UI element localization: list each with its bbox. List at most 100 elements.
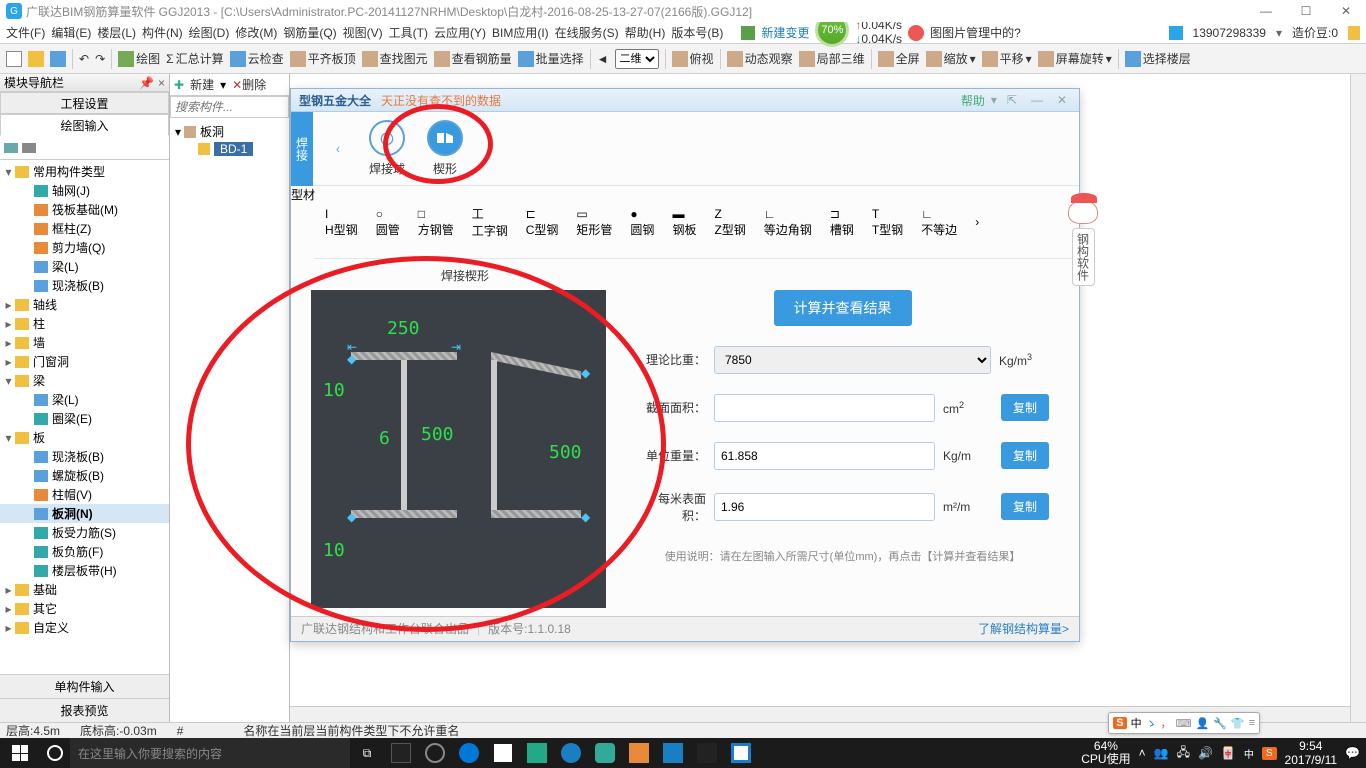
steel-item-2[interactable]: □方钢管 (418, 207, 454, 238)
app-icon-4[interactable] (554, 738, 588, 768)
dialog-pin-icon[interactable]: ⇱ (1003, 93, 1021, 107)
nav-group[interactable]: ▸门窗洞 (0, 352, 169, 371)
menu-item[interactable]: 楼层(L) (97, 24, 136, 41)
clock[interactable]: 9:542017/9/11 (1285, 739, 1338, 768)
close-pane-icon[interactable]: × (158, 76, 165, 90)
nav-item[interactable]: 板洞(N) (0, 504, 169, 523)
ime-full[interactable]: ， (1161, 715, 1172, 731)
ime-user[interactable]: 👤 (1195, 717, 1209, 730)
nav-group[interactable]: ▸墙 (0, 333, 169, 352)
view-mode-prev[interactable]: ◄ (597, 52, 609, 66)
steel-item-11[interactable]: TT型钢 (872, 207, 903, 238)
nav-item[interactable]: 现浇板(B) (0, 447, 169, 466)
dim-bottom-flange[interactable]: 10 (323, 540, 345, 561)
taskbar-search[interactable]: 在这里输入你要搜索的内容 (70, 738, 350, 768)
menu-item[interactable]: 修改(M) (235, 24, 277, 41)
undo-icon[interactable]: ↶ (79, 52, 89, 66)
app-icon-9[interactable] (724, 738, 758, 768)
open-file-icon[interactable] (28, 51, 44, 67)
ime-shirt[interactable]: 👕 (1231, 717, 1245, 730)
menu-item[interactable]: 在线服务(S) (555, 24, 619, 41)
steel-item-6[interactable]: ●圆钢 (630, 207, 654, 238)
tray-ime-lang[interactable]: 中 (1244, 746, 1254, 761)
dynamic-view-button[interactable]: 动态观察 (727, 50, 793, 67)
close-button[interactable]: ✕ (1326, 0, 1366, 22)
side-tab-steel[interactable]: 型材 (291, 186, 315, 203)
menu-item[interactable]: 文件(F) (6, 24, 45, 41)
nav-item[interactable]: 柱帽(V) (0, 485, 169, 504)
draw-button[interactable]: 绘图 (118, 50, 160, 67)
nav-group[interactable]: ▸其它 (0, 599, 169, 618)
view-mode-select[interactable]: 二维 (615, 49, 659, 69)
fullscreen-button[interactable]: 全屏 (878, 50, 920, 67)
nav-item[interactable]: 楼层板带(H) (0, 561, 169, 580)
component-search-input[interactable] (170, 96, 289, 118)
menu-item[interactable]: 钢筋量(Q) (283, 24, 336, 41)
new-file-icon[interactable] (6, 51, 22, 67)
ime-menu[interactable]: ≡ (1249, 717, 1255, 729)
menu-item[interactable]: 编辑(E) (51, 24, 91, 41)
nav-group[interactable]: ▸自定义 (0, 618, 169, 637)
top-view-button[interactable]: 俯视 (672, 50, 714, 67)
ime-punct[interactable]: ゝ (1146, 715, 1157, 731)
steel-item-7[interactable]: ▬钢板 (672, 207, 696, 238)
footer-link[interactable]: 了解钢结构算量> (978, 620, 1069, 637)
copy-weight-button[interactable]: 复制 (1001, 442, 1049, 469)
menu-item[interactable]: 工具(T) (389, 24, 428, 41)
menu-item[interactable]: 视图(V) (343, 24, 383, 41)
store-icon[interactable] (486, 738, 520, 768)
nav-group[interactable]: ▾常用构件类型 (0, 162, 169, 181)
taskview-icon[interactable]: ⧉ (350, 738, 384, 768)
nav-item[interactable]: 筏板基础(M) (0, 200, 169, 219)
app-icon-8[interactable] (690, 738, 724, 768)
assistant-float[interactable]: 钢构软件 (1066, 200, 1100, 286)
tray-vol-icon[interactable]: 🔊 (1198, 746, 1213, 760)
nav-item[interactable]: 螺旋板(B) (0, 466, 169, 485)
tree-child[interactable]: BD-1 (172, 141, 287, 157)
cortana-button[interactable] (40, 745, 70, 761)
local-3d-button[interactable]: 局部三维 (799, 50, 865, 67)
menu-item[interactable]: 绘图(D) (189, 24, 230, 41)
side-tab-weld[interactable]: 焊接 (291, 112, 313, 186)
nav-group[interactable]: ▾板 (0, 428, 169, 447)
nav-item[interactable]: 圈梁(E) (0, 409, 169, 428)
app-icon-1[interactable] (384, 738, 418, 768)
app-icon-2[interactable] (418, 738, 452, 768)
area-input[interactable] (714, 394, 935, 422)
copy-surface-button[interactable]: 复制 (1001, 493, 1049, 520)
zoom-button[interactable]: 缩放▾ (926, 50, 976, 67)
copy-area-button[interactable]: 复制 (1001, 394, 1049, 421)
steel-item-12[interactable]: ∟不等边 (921, 207, 957, 238)
dim-height-right[interactable]: 500 (549, 442, 582, 463)
find-entity-button[interactable]: 查找图元 (362, 50, 428, 67)
weld-sphere-button[interactable]: ◯ 焊接球 (369, 120, 405, 177)
steel-item-0[interactable]: IH型钢 (325, 207, 358, 238)
ime-soft[interactable]: ⌨ (1176, 717, 1192, 730)
profile-diagram[interactable]: ⇤⇥ ◆◆ ◆◆ 250 10 6 500 500 10 (311, 290, 606, 608)
nav-group[interactable]: ▾梁 (0, 371, 169, 390)
nav-item[interactable]: 轴网(J) (0, 181, 169, 200)
pan-button[interactable]: 平移▾ (982, 50, 1032, 67)
density-select[interactable]: 7850 (714, 346, 991, 374)
pin-icon[interactable]: 📌 (139, 76, 154, 90)
edge-icon[interactable] (452, 738, 486, 768)
nav-item[interactable]: 板受力筋(S) (0, 523, 169, 542)
nav-item[interactable]: 框柱(Z) (0, 219, 169, 238)
vertical-scrollbar[interactable] (1350, 74, 1366, 722)
redo-icon[interactable]: ↷ (95, 52, 105, 66)
single-component-tab[interactable]: 单构件输入 (0, 674, 169, 698)
save-icon[interactable] (50, 51, 66, 67)
menu-item[interactable]: 版本号(B) (671, 24, 723, 41)
nav-group[interactable]: ▸轴线 (0, 295, 169, 314)
alert-icon[interactable] (908, 25, 924, 41)
flat-top-button[interactable]: 平齐板顶 (290, 50, 356, 67)
dim-height[interactable]: 500 (421, 424, 454, 445)
start-button[interactable] (0, 738, 40, 768)
view-rebar-button[interactable]: 查看钢筋量 (434, 50, 512, 67)
nav-item[interactable]: 板负筋(F) (0, 542, 169, 561)
report-preview-tab[interactable]: 报表预览 (0, 698, 169, 722)
dialog-help-button[interactable]: 帮助 (961, 92, 985, 109)
new-change-button[interactable]: 新建变更 (761, 24, 809, 41)
cloud-check-button[interactable]: 云检查 (230, 50, 284, 67)
phone-label[interactable]: 13907298339 (1193, 26, 1266, 40)
